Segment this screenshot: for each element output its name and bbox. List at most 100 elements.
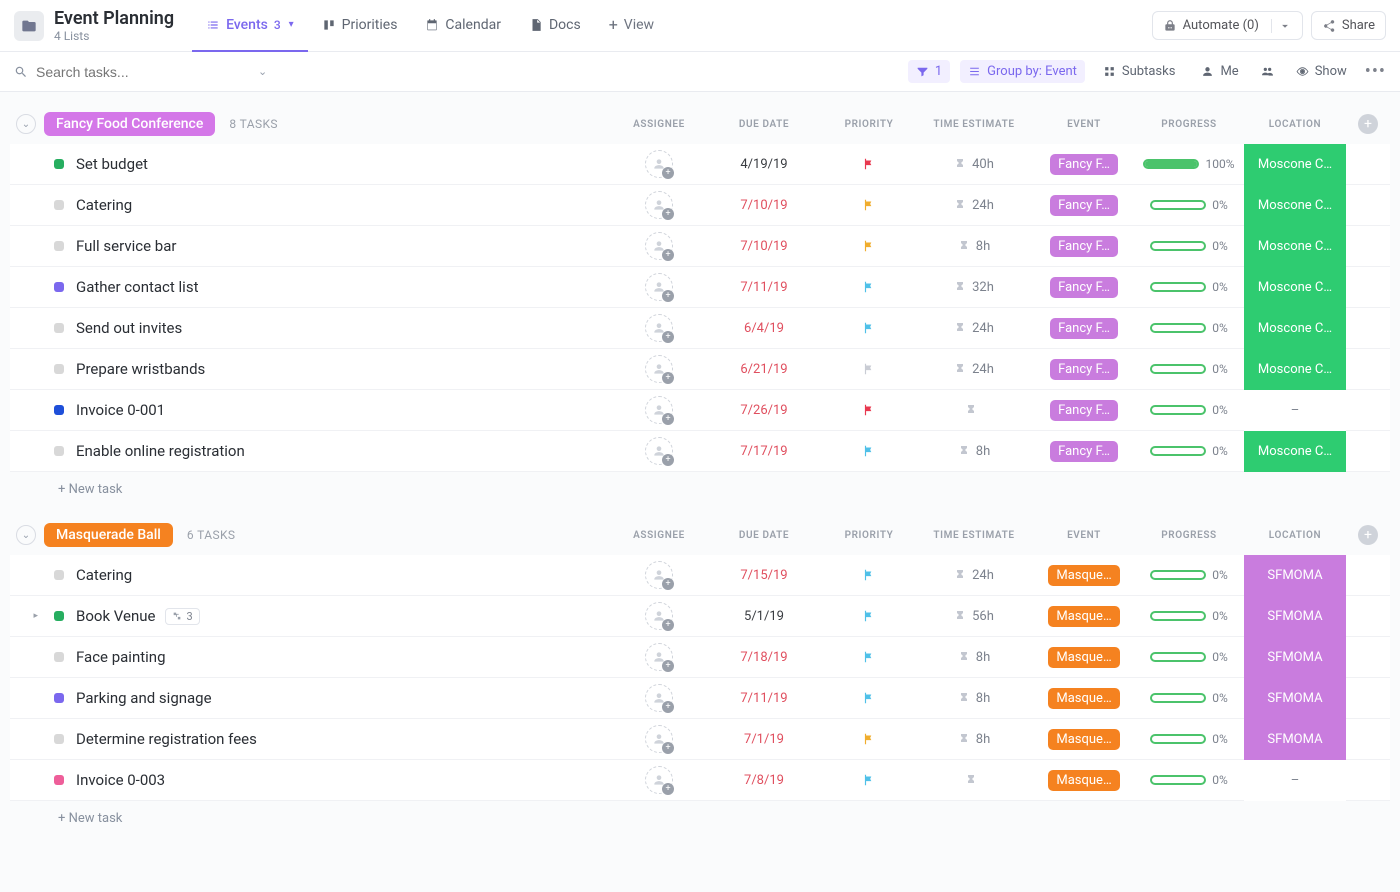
task-title-cell[interactable]: Invoice 0-001 (76, 401, 614, 419)
due-date-cell[interactable]: 7/17/19 (704, 444, 824, 459)
status-indicator[interactable] (54, 282, 64, 292)
status-indicator[interactable] (54, 734, 64, 744)
progress-cell[interactable]: 0% (1134, 732, 1244, 746)
assignee-button[interactable]: + (645, 355, 673, 383)
add-view-button[interactable]: +View (595, 15, 668, 36)
status-indicator[interactable] (54, 241, 64, 251)
progress-cell[interactable]: 100% (1134, 157, 1244, 171)
progress-cell[interactable]: 0% (1134, 691, 1244, 705)
time-estimate-cell[interactable]: 8h (914, 732, 1034, 747)
status-indicator[interactable] (54, 693, 64, 703)
progress-cell[interactable]: 0% (1134, 321, 1244, 335)
task-row[interactable]: Catering + 7/15/19 24h Masque… 0% SFMOMA (10, 555, 1390, 596)
due-date-cell[interactable]: 4/19/19 (704, 157, 824, 172)
column-header[interactable]: DUE DATE (704, 119, 824, 130)
time-estimate-cell[interactable]: 56h (914, 609, 1034, 624)
location-cell[interactable]: SFMOMA (1244, 719, 1346, 760)
groupby-chip[interactable]: Group by: Event (960, 60, 1085, 83)
due-date-cell[interactable]: 7/10/19 (704, 239, 824, 254)
task-row[interactable]: Catering + 7/10/19 24h Fancy F… 0% Mosco… (10, 185, 1390, 226)
expand-icon[interactable]: ▸ (33, 611, 38, 621)
tab-events[interactable]: Events3▾ (192, 0, 308, 52)
subtask-badge[interactable]: 3 (165, 608, 199, 625)
task-title-cell[interactable]: Parking and signage (76, 689, 614, 707)
location-cell[interactable]: Moscone C… (1244, 185, 1346, 226)
task-row[interactable]: Parking and signage + 7/11/19 8h Masque…… (10, 678, 1390, 719)
location-cell[interactable]: Moscone C… (1244, 308, 1346, 349)
new-task-button[interactable]: + New task (10, 801, 1390, 826)
priority-cell[interactable] (824, 609, 914, 623)
task-row[interactable]: Invoice 0-003 + 7/8/19 Masque… 0% – (10, 760, 1390, 801)
time-estimate-cell[interactable] (914, 773, 1034, 787)
task-title-cell[interactable]: Book Venue 3 (76, 607, 614, 625)
tab-priorities[interactable]: Priorities (308, 0, 412, 52)
due-date-cell[interactable]: 7/18/19 (704, 650, 824, 665)
time-estimate-cell[interactable]: 8h (914, 444, 1034, 459)
chevron-down-icon[interactable] (1271, 19, 1292, 33)
column-header[interactable]: PRIORITY (824, 530, 914, 541)
due-date-cell[interactable]: 7/10/19 (704, 198, 824, 213)
share-button[interactable]: Share (1311, 11, 1386, 40)
location-cell[interactable]: SFMOMA (1244, 678, 1346, 719)
task-title-cell[interactable]: Catering (76, 196, 614, 214)
collapse-toggle[interactable]: ⌄ (16, 525, 36, 545)
priority-cell[interactable] (824, 773, 914, 787)
due-date-cell[interactable]: 7/1/19 (704, 732, 824, 747)
collapse-toggle[interactable]: ⌄ (16, 114, 36, 134)
priority-cell[interactable] (824, 403, 914, 417)
task-title-cell[interactable]: Set budget (76, 155, 614, 173)
progress-cell[interactable]: 0% (1134, 403, 1244, 417)
task-row[interactable]: Enable online registration + 7/17/19 8h … (10, 431, 1390, 472)
due-date-cell[interactable]: 7/11/19 (704, 691, 824, 706)
status-indicator[interactable] (54, 652, 64, 662)
task-row[interactable]: Determine registration fees + 7/1/19 8h … (10, 719, 1390, 760)
priority-cell[interactable] (824, 691, 914, 705)
location-cell[interactable]: Moscone C… (1244, 144, 1346, 185)
column-header[interactable]: EVENT (1034, 530, 1134, 541)
progress-cell[interactable]: 0% (1134, 650, 1244, 664)
column-header[interactable]: DUE DATE (704, 530, 824, 541)
event-cell[interactable]: Fancy F… (1034, 277, 1134, 298)
column-header[interactable]: PROGRESS (1134, 119, 1244, 130)
time-estimate-cell[interactable]: 40h (914, 157, 1034, 172)
time-estimate-cell[interactable]: 8h (914, 239, 1034, 254)
group-name-pill[interactable]: Fancy Food Conference (44, 112, 215, 136)
chevron-down-icon[interactable]: ▾ (289, 19, 294, 30)
column-header[interactable]: ASSIGNEE (614, 530, 704, 541)
status-indicator[interactable] (54, 323, 64, 333)
task-row[interactable]: Set budget + 4/19/19 40h Fancy F… 100% M… (10, 144, 1390, 185)
location-cell[interactable]: Moscone C… (1244, 226, 1346, 267)
progress-cell[interactable]: 0% (1134, 568, 1244, 582)
column-header[interactable]: LOCATION (1244, 530, 1346, 541)
tab-calendar[interactable]: Calendar (411, 0, 515, 52)
status-indicator[interactable] (54, 159, 64, 169)
progress-cell[interactable]: 0% (1134, 773, 1244, 787)
due-date-cell[interactable]: 7/26/19 (704, 403, 824, 418)
column-header[interactable]: TIME ESTIMATE (914, 119, 1034, 130)
due-date-cell[interactable]: 7/11/19 (704, 280, 824, 295)
location-cell[interactable]: – (1244, 390, 1346, 431)
time-estimate-cell[interactable]: 8h (914, 691, 1034, 706)
column-header[interactable]: TIME ESTIMATE (914, 530, 1034, 541)
task-row[interactable]: Send out invites + 6/4/19 24h Fancy F… 0… (10, 308, 1390, 349)
progress-cell[interactable]: 0% (1134, 198, 1244, 212)
status-indicator[interactable] (54, 775, 64, 785)
add-column-button[interactable]: + (1358, 114, 1378, 134)
progress-cell[interactable]: 0% (1134, 444, 1244, 458)
priority-cell[interactable] (824, 650, 914, 664)
priority-cell[interactable] (824, 198, 914, 212)
status-indicator[interactable] (54, 446, 64, 456)
column-header[interactable]: LOCATION (1244, 119, 1346, 130)
column-header[interactable]: PRIORITY (824, 119, 914, 130)
due-date-cell[interactable]: 6/21/19 (704, 362, 824, 377)
location-cell[interactable]: – (1244, 760, 1346, 801)
time-estimate-cell[interactable]: 32h (914, 280, 1034, 295)
event-cell[interactable]: Fancy F… (1034, 441, 1134, 462)
time-estimate-cell[interactable]: 8h (914, 650, 1034, 665)
column-header[interactable]: PROGRESS (1134, 530, 1244, 541)
assignee-button[interactable]: + (645, 314, 673, 342)
assignee-button[interactable]: + (645, 273, 673, 301)
task-row[interactable]: Prepare wristbands + 6/21/19 24h Fancy F… (10, 349, 1390, 390)
search-input[interactable] (36, 64, 254, 80)
progress-cell[interactable]: 0% (1134, 280, 1244, 294)
